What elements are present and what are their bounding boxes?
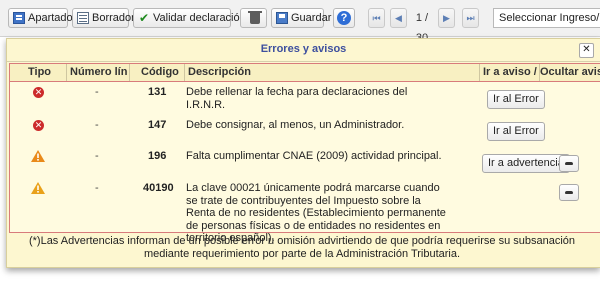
next-page-button[interactable]: ▶	[438, 8, 455, 28]
page-indicator: 1 / 30	[415, 12, 429, 44]
warning-icon	[31, 150, 45, 162]
trash-icon	[247, 10, 262, 24]
prev-page-icon: ◀	[395, 12, 402, 23]
delete-button[interactable]	[240, 8, 267, 28]
apartados-icon	[13, 12, 25, 24]
row-line-number: -	[95, 119, 99, 131]
eye-icon[interactable]	[559, 155, 579, 172]
close-icon[interactable]: ✕	[579, 43, 594, 58]
warning-icon	[31, 182, 45, 194]
help-button[interactable]: ?	[333, 8, 355, 28]
header-descripcion: Descripción	[188, 66, 251, 78]
footnote: (*)Las Advertencias informan de un posib…	[28, 235, 576, 260]
divider	[129, 64, 130, 81]
ir-al-error-button[interactable]: Ir al Error	[487, 90, 545, 109]
row-line-number: -	[95, 86, 99, 98]
table-row: ✕ - 147 Debe consignar, al menos, un Adm…	[10, 114, 600, 145]
save-icon	[276, 12, 288, 24]
error-icon: ✕	[33, 87, 44, 98]
check-icon: ✔	[138, 11, 150, 25]
prev-page-button[interactable]: ◀	[390, 8, 407, 28]
header-ir-aviso: Ir a aviso / error	[483, 66, 539, 78]
header-tipo: Tipo	[28, 66, 52, 78]
error-icon: ✕	[33, 120, 44, 131]
first-page-button[interactable]: ⏮	[368, 8, 385, 28]
last-page-icon: ⏭	[466, 12, 475, 23]
errors-table: Tipo Número línea Código Descripción Ir …	[9, 63, 600, 244]
ingreso-devolucion-select[interactable]: Seleccionar Ingreso/Dev	[493, 8, 600, 28]
row-description: Debe consignar, al menos, un Administrad…	[186, 119, 405, 131]
apartados-label: Apartados	[28, 12, 79, 24]
guardar-button[interactable]: Guardar	[271, 8, 331, 28]
validar-label: Validar declaración	[153, 12, 246, 24]
guardar-label: Guardar	[291, 12, 332, 24]
divider	[479, 64, 480, 81]
ir-al-error-button[interactable]: Ir al Error	[487, 122, 545, 141]
toolbar: Apartados Borrador ✔ Validar declaración…	[0, 0, 600, 44]
row-description: Falta cumplimentar CNAE (2009) actividad…	[186, 150, 442, 162]
panel-title: Errores y avisos	[260, 43, 347, 55]
next-page-icon: ▶	[443, 12, 450, 23]
table-row: ✕ - 131 Debe rellenar la fecha para decl…	[10, 82, 600, 114]
borrador-label: Borrador	[92, 12, 135, 24]
borrador-button[interactable]: Borrador	[72, 8, 135, 28]
header-codigo: Código	[141, 66, 179, 78]
header-numero-linea: Número línea	[70, 66, 128, 78]
validar-button[interactable]: ✔ Validar declaración	[133, 8, 246, 28]
first-page-icon: ⏮	[372, 12, 381, 23]
row-line-number: -	[95, 150, 99, 162]
borrador-icon	[77, 12, 89, 24]
row-code: 40190	[143, 182, 174, 194]
divider	[184, 64, 185, 81]
row-code: 196	[148, 150, 167, 162]
ir-a-advertencia-button[interactable]: Ir a advertencia	[482, 154, 570, 173]
table-row: - 40190 La clave 00021 únicamente podrá …	[10, 178, 600, 244]
errors-panel: Errores y avisos ✕ Tipo Número línea Cód…	[6, 38, 600, 268]
divider	[7, 61, 600, 62]
apartados-button[interactable]: Apartados	[8, 8, 78, 28]
row-code: 147	[148, 119, 167, 131]
divider	[66, 64, 67, 81]
table-header: Tipo Número línea Código Descripción Ir …	[10, 64, 600, 82]
header-ocultar-aviso: Ocultar aviso	[540, 66, 600, 78]
row-line-number: -	[95, 182, 99, 194]
table-row: - 196 Falta cumplimentar CNAE (2009) act…	[10, 146, 600, 178]
last-page-button[interactable]: ⏭	[462, 8, 479, 28]
row-description: Debe rellenar la fecha para declaracione…	[186, 86, 408, 111]
row-code: 131	[148, 86, 167, 98]
eye-icon[interactable]	[559, 184, 579, 201]
help-icon: ?	[337, 11, 351, 25]
